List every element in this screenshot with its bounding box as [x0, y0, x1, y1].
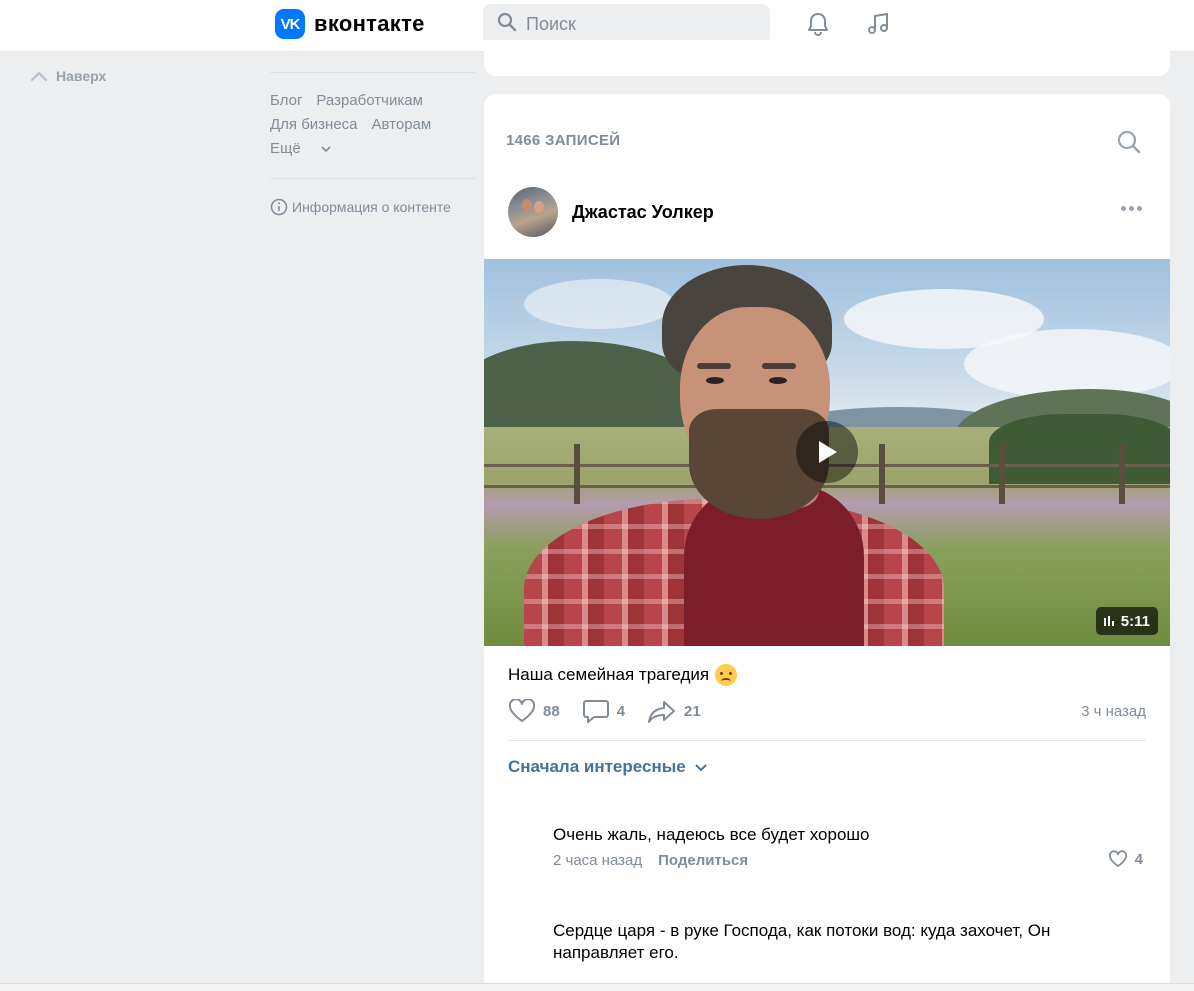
footer-more-label: Ещё: [270, 140, 301, 157]
music-icon[interactable]: [863, 9, 893, 39]
chevron-up-icon: [30, 71, 48, 82]
share-button[interactable]: 21: [647, 699, 701, 723]
play-button[interactable]: [796, 421, 858, 483]
post-text-content: Наша семейная трагедия: [508, 665, 710, 684]
footer-links: Блог Разработчикам Для бизнеса Авторам Ещё: [270, 73, 476, 178]
like-button[interactable]: 88: [508, 699, 560, 723]
comment-text: Очень жаль, надеюсь все будет хорошо: [553, 825, 870, 844]
comment-like-button[interactable]: 4: [1108, 850, 1143, 868]
post-timestamp[interactable]: 3 ч назад: [1081, 703, 1146, 720]
post-text: Наша семейная трагедия: [508, 664, 738, 686]
vk-logo-icon: VK: [275, 9, 305, 39]
comment-icon: [582, 700, 609, 723]
footer-more-button[interactable]: Ещё: [270, 137, 476, 161]
comment-item: Очень жаль, надеюсь все будет хорошо 2 ч…: [553, 824, 1143, 869]
wall-post-card: 1466 ЗАПИСЕЙ Джастас Уолкер 5:11 Наша се…: [484, 94, 1170, 991]
post-actions: 88 4 21: [508, 698, 701, 724]
footer-link-blog[interactable]: Блог: [270, 92, 302, 109]
avatar[interactable]: [508, 187, 558, 237]
bell-icon[interactable]: [803, 9, 833, 39]
play-icon: [819, 441, 837, 463]
search-box[interactable]: [483, 4, 770, 44]
video-duration: 5:11: [1120, 612, 1150, 630]
footer-link-authors[interactable]: Авторам: [372, 116, 432, 133]
heart-icon: [508, 699, 536, 722]
footer-link-business[interactable]: Для бизнеса: [270, 116, 358, 133]
share-icon: [648, 701, 676, 723]
comment-meta: 2 часа назад Поделиться: [553, 852, 1143, 869]
comment-text: Сердце царя - в руке Господа, как потоки…: [553, 921, 1051, 962]
comment-item: Сердце царя - в руке Господа, как потоки…: [553, 920, 1143, 964]
scroll-up-link[interactable]: Наверх: [30, 68, 106, 84]
footer-link-developers[interactable]: Разработчикам: [316, 92, 422, 109]
scroll-up-label: Наверх: [56, 68, 107, 84]
video-player[interactable]: 5:11: [484, 259, 1170, 646]
like-count: 88: [543, 702, 560, 720]
comment-sort-dropdown[interactable]: Сначала интересные: [508, 757, 708, 777]
logo-text: вконтакте: [314, 11, 425, 36]
content-info-label: Информация о контенте: [292, 199, 451, 215]
share-count: 21: [684, 702, 701, 720]
audio-bars-icon: [1103, 616, 1114, 626]
comment-time[interactable]: 2 часа назад: [553, 852, 642, 869]
footer-navigation: Блог Разработчикам Для бизнеса Авторам Ещё…: [270, 72, 476, 216]
comment-like-count: 4: [1134, 850, 1143, 868]
divider: [508, 740, 1146, 741]
chevron-down-icon: [321, 146, 331, 153]
comment-count: 4: [616, 702, 626, 720]
heart-icon: [1108, 850, 1127, 867]
more-options-icon[interactable]: [1121, 206, 1142, 211]
search-input[interactable]: [526, 13, 746, 35]
horizontal-scrollbar[interactable]: [0, 983, 1194, 991]
sad-emoji-icon: [715, 664, 738, 686]
wall-search-icon[interactable]: [1116, 129, 1142, 160]
comment-share-link[interactable]: Поделиться: [658, 852, 748, 869]
search-icon: [497, 12, 517, 37]
previous-card: [484, 40, 1170, 76]
comment-button[interactable]: 4: [582, 698, 625, 724]
vk-logo[interactable]: VK вконтакте: [275, 9, 425, 39]
video-duration-badge: 5:11: [1095, 607, 1158, 635]
comment-sort-label: Сначала интересные: [508, 757, 686, 776]
chevron-down-icon: [694, 764, 707, 772]
info-icon: [270, 198, 288, 216]
wall-count: 1466 ЗАПИСЕЙ: [506, 132, 621, 149]
content-info-link[interactable]: Информация о контенте: [270, 179, 476, 216]
post-author[interactable]: Джастас Уолкер: [572, 202, 714, 223]
